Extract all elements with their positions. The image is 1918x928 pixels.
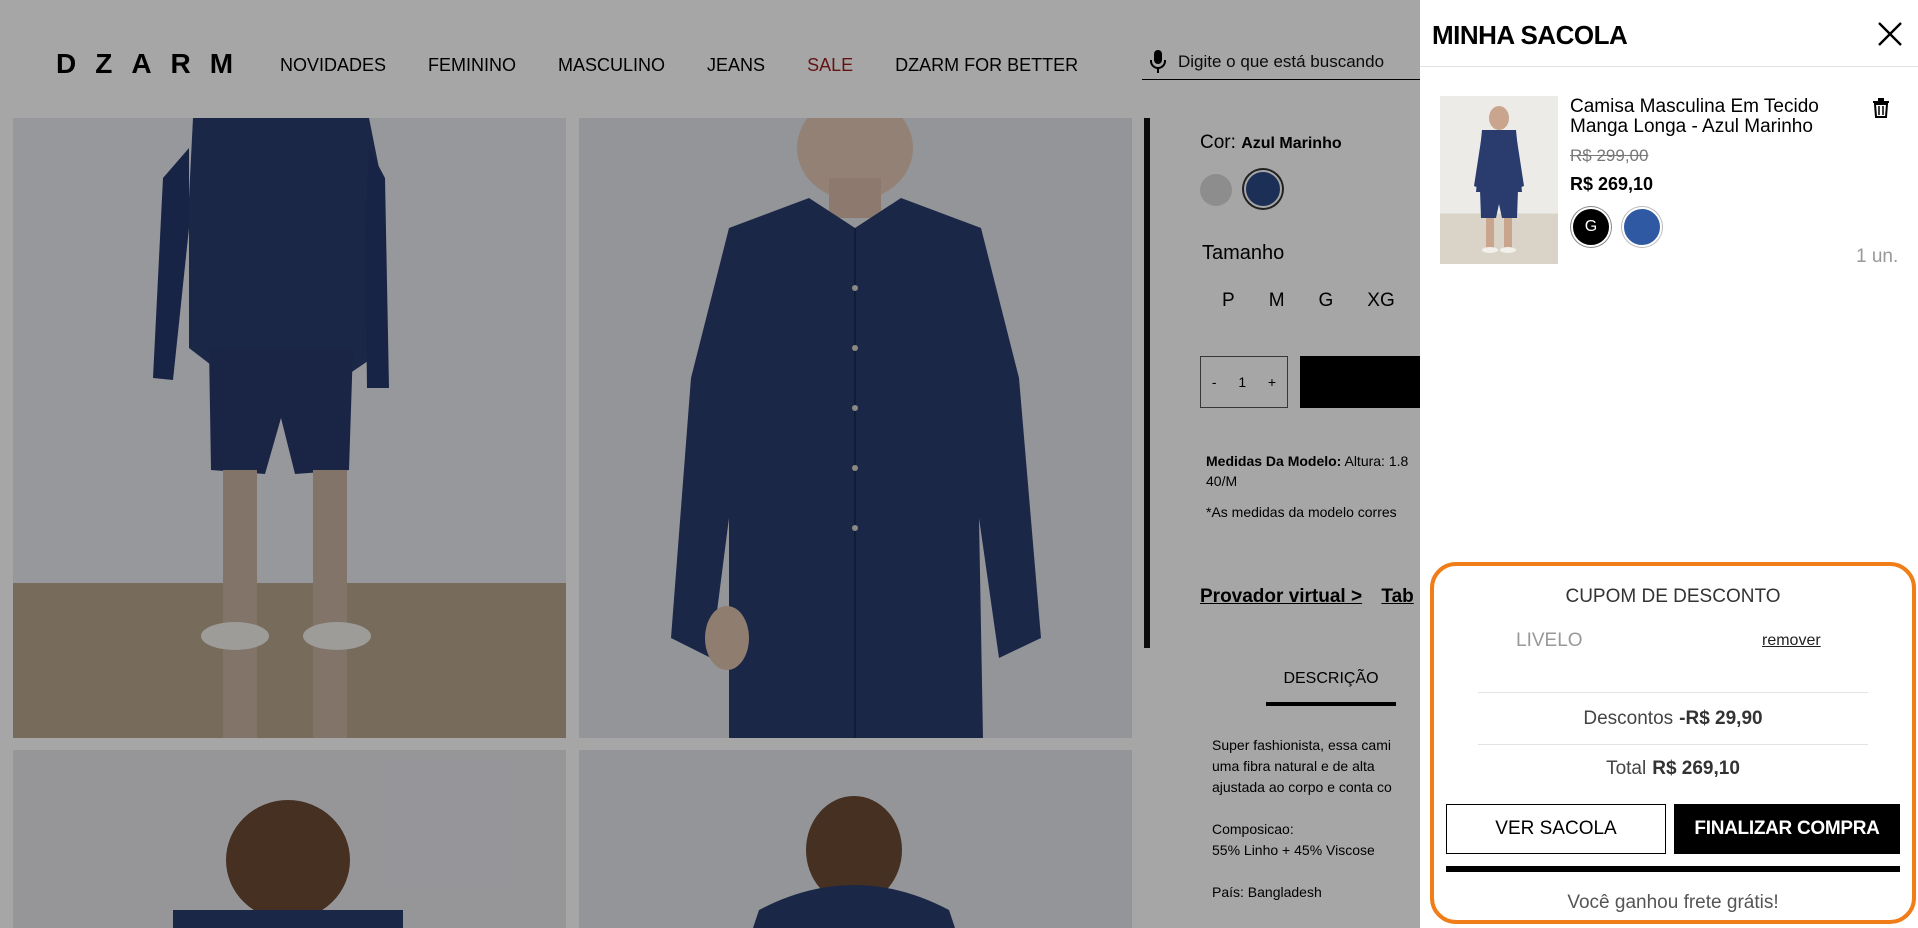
cart-item-price: R$ 269,10 — [1570, 174, 1654, 194]
checkout-button[interactable]: FINALIZAR COMPRA — [1674, 804, 1900, 854]
total-value: R$ 269,10 — [1652, 758, 1740, 779]
total-label: Total — [1606, 758, 1647, 779]
discount-row: Descontos -R$ 29,90 — [1434, 708, 1912, 730]
close-icon[interactable] — [1876, 20, 1904, 48]
cart-item-old-price: R$ 299,00 — [1570, 146, 1649, 165]
cart-summary: CUPOM DE DESCONTO LIVELO remover Descont… — [1430, 562, 1916, 924]
remove-coupon-link[interactable]: remover — [1762, 632, 1821, 650]
divider — [1420, 66, 1918, 67]
trash-icon[interactable] — [1872, 98, 1890, 118]
cart-item-name[interactable]: Camisa Masculina Em Tecido Manga Longa -… — [1570, 97, 1860, 137]
coupon-code: LIVELO — [1516, 630, 1583, 651]
coupon-title: CUPOM DE DESCONTO — [1565, 586, 1781, 607]
cart-drawer: MINHA SACOLA Camisa Masculina Em Tecido … — [1420, 0, 1918, 928]
backdrop-overlay[interactable] — [0, 0, 1420, 928]
view-bag-button[interactable]: VER SACOLA — [1446, 804, 1666, 854]
cart-item-color-chip — [1622, 207, 1662, 247]
cart-item-quantity: 1 un. — [1856, 246, 1899, 267]
discount-label: Descontos — [1583, 708, 1674, 729]
cart-item-size-chip: G — [1571, 207, 1611, 247]
divider — [1478, 692, 1868, 693]
free-shipping-message: Você ganhou frete grátis! — [1567, 892, 1779, 913]
total-row: Total R$ 269,10 — [1434, 758, 1912, 780]
free-shipping-progress-bar — [1446, 866, 1900, 872]
cart-title: MINHA SACOLA — [1432, 20, 1628, 50]
discount-value: -R$ 29,90 — [1679, 708, 1763, 729]
cart-item-thumbnail[interactable] — [1440, 96, 1558, 264]
divider — [1478, 744, 1868, 745]
